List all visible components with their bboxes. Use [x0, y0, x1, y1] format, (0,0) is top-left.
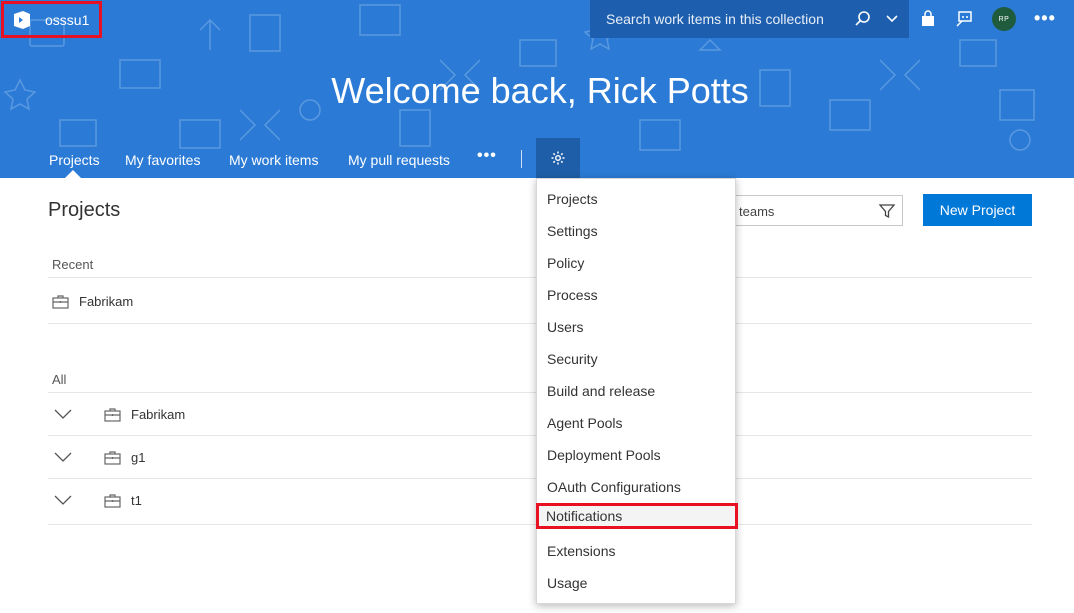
- project-icon: [52, 295, 69, 309]
- menu-item-usage[interactable]: Usage: [537, 570, 735, 596]
- chevron-down-icon[interactable]: [885, 12, 899, 26]
- active-tab-caret: [65, 170, 81, 178]
- nav-divider: [521, 150, 522, 168]
- tab-projects[interactable]: Projects: [49, 152, 100, 168]
- shopping-bag-icon[interactable]: [918, 9, 938, 29]
- new-project-button[interactable]: New Project: [923, 194, 1032, 226]
- menu-item-extensions[interactable]: Extensions: [537, 538, 735, 564]
- project-name[interactable]: Fabrikam: [131, 407, 185, 422]
- menu-item-oauth-configurations[interactable]: OAuth Configurations: [537, 474, 735, 500]
- org-name: osssu1: [45, 11, 90, 28]
- chevron-down-icon[interactable]: [54, 409, 72, 419]
- more-actions-icon[interactable]: •••: [1034, 8, 1056, 29]
- page-title: Projects: [48, 199, 121, 221]
- feedback-icon[interactable]: [954, 9, 974, 29]
- filter-input[interactable]: teams: [735, 195, 903, 226]
- tab-my-work-items[interactable]: My work items: [229, 152, 318, 168]
- menu-item-users[interactable]: Users: [537, 314, 735, 340]
- recent-section-label: Recent: [52, 257, 94, 272]
- all-section-label: All: [52, 372, 67, 387]
- menu-item-deployment-pools[interactable]: Deployment Pools: [537, 442, 735, 468]
- gear-icon: [551, 151, 565, 165]
- filter-icon[interactable]: [878, 202, 896, 220]
- project-icon: [104, 408, 121, 422]
- avatar[interactable]: RP: [992, 7, 1016, 31]
- chevron-down-icon[interactable]: [54, 495, 72, 505]
- search-bar[interactable]: Search work items in this collection: [590, 0, 909, 38]
- vsts-logo-icon: [14, 10, 30, 29]
- menu-item-agent-pools[interactable]: Agent Pools: [537, 410, 735, 436]
- chevron-down-icon[interactable]: [54, 452, 72, 462]
- search-icon[interactable]: [854, 10, 872, 28]
- menu-item-security[interactable]: Security: [537, 346, 735, 372]
- menu-item-notifications[interactable]: Notifications: [536, 503, 738, 529]
- project-icon: [104, 451, 121, 465]
- project-name[interactable]: g1: [131, 450, 145, 465]
- admin-settings-menu: Projects Settings Policy Process Users S…: [536, 178, 738, 604]
- project-icon: [104, 494, 121, 508]
- project-name[interactable]: t1: [131, 493, 142, 508]
- menu-item-projects[interactable]: Projects: [537, 186, 735, 212]
- welcome-heading: Welcome back, Rick Potts: [331, 70, 749, 111]
- tab-my-pull-requests[interactable]: My pull requests: [348, 152, 450, 168]
- admin-settings-button[interactable]: [536, 138, 580, 178]
- menu-item-policy[interactable]: Policy: [537, 250, 735, 276]
- org-logo-link[interactable]: osssu1: [1, 1, 102, 38]
- filter-input-text: teams: [739, 204, 775, 219]
- menu-item-build-and-release[interactable]: Build and release: [537, 378, 735, 404]
- nav-more-icon[interactable]: •••: [477, 147, 497, 165]
- recent-project-name[interactable]: Fabrikam: [79, 294, 133, 309]
- tab-my-favorites[interactable]: My favorites: [125, 152, 200, 168]
- menu-item-process[interactable]: Process: [537, 282, 735, 308]
- search-input[interactable]: Search work items in this collection: [606, 11, 846, 27]
- menu-item-settings[interactable]: Settings: [537, 218, 735, 244]
